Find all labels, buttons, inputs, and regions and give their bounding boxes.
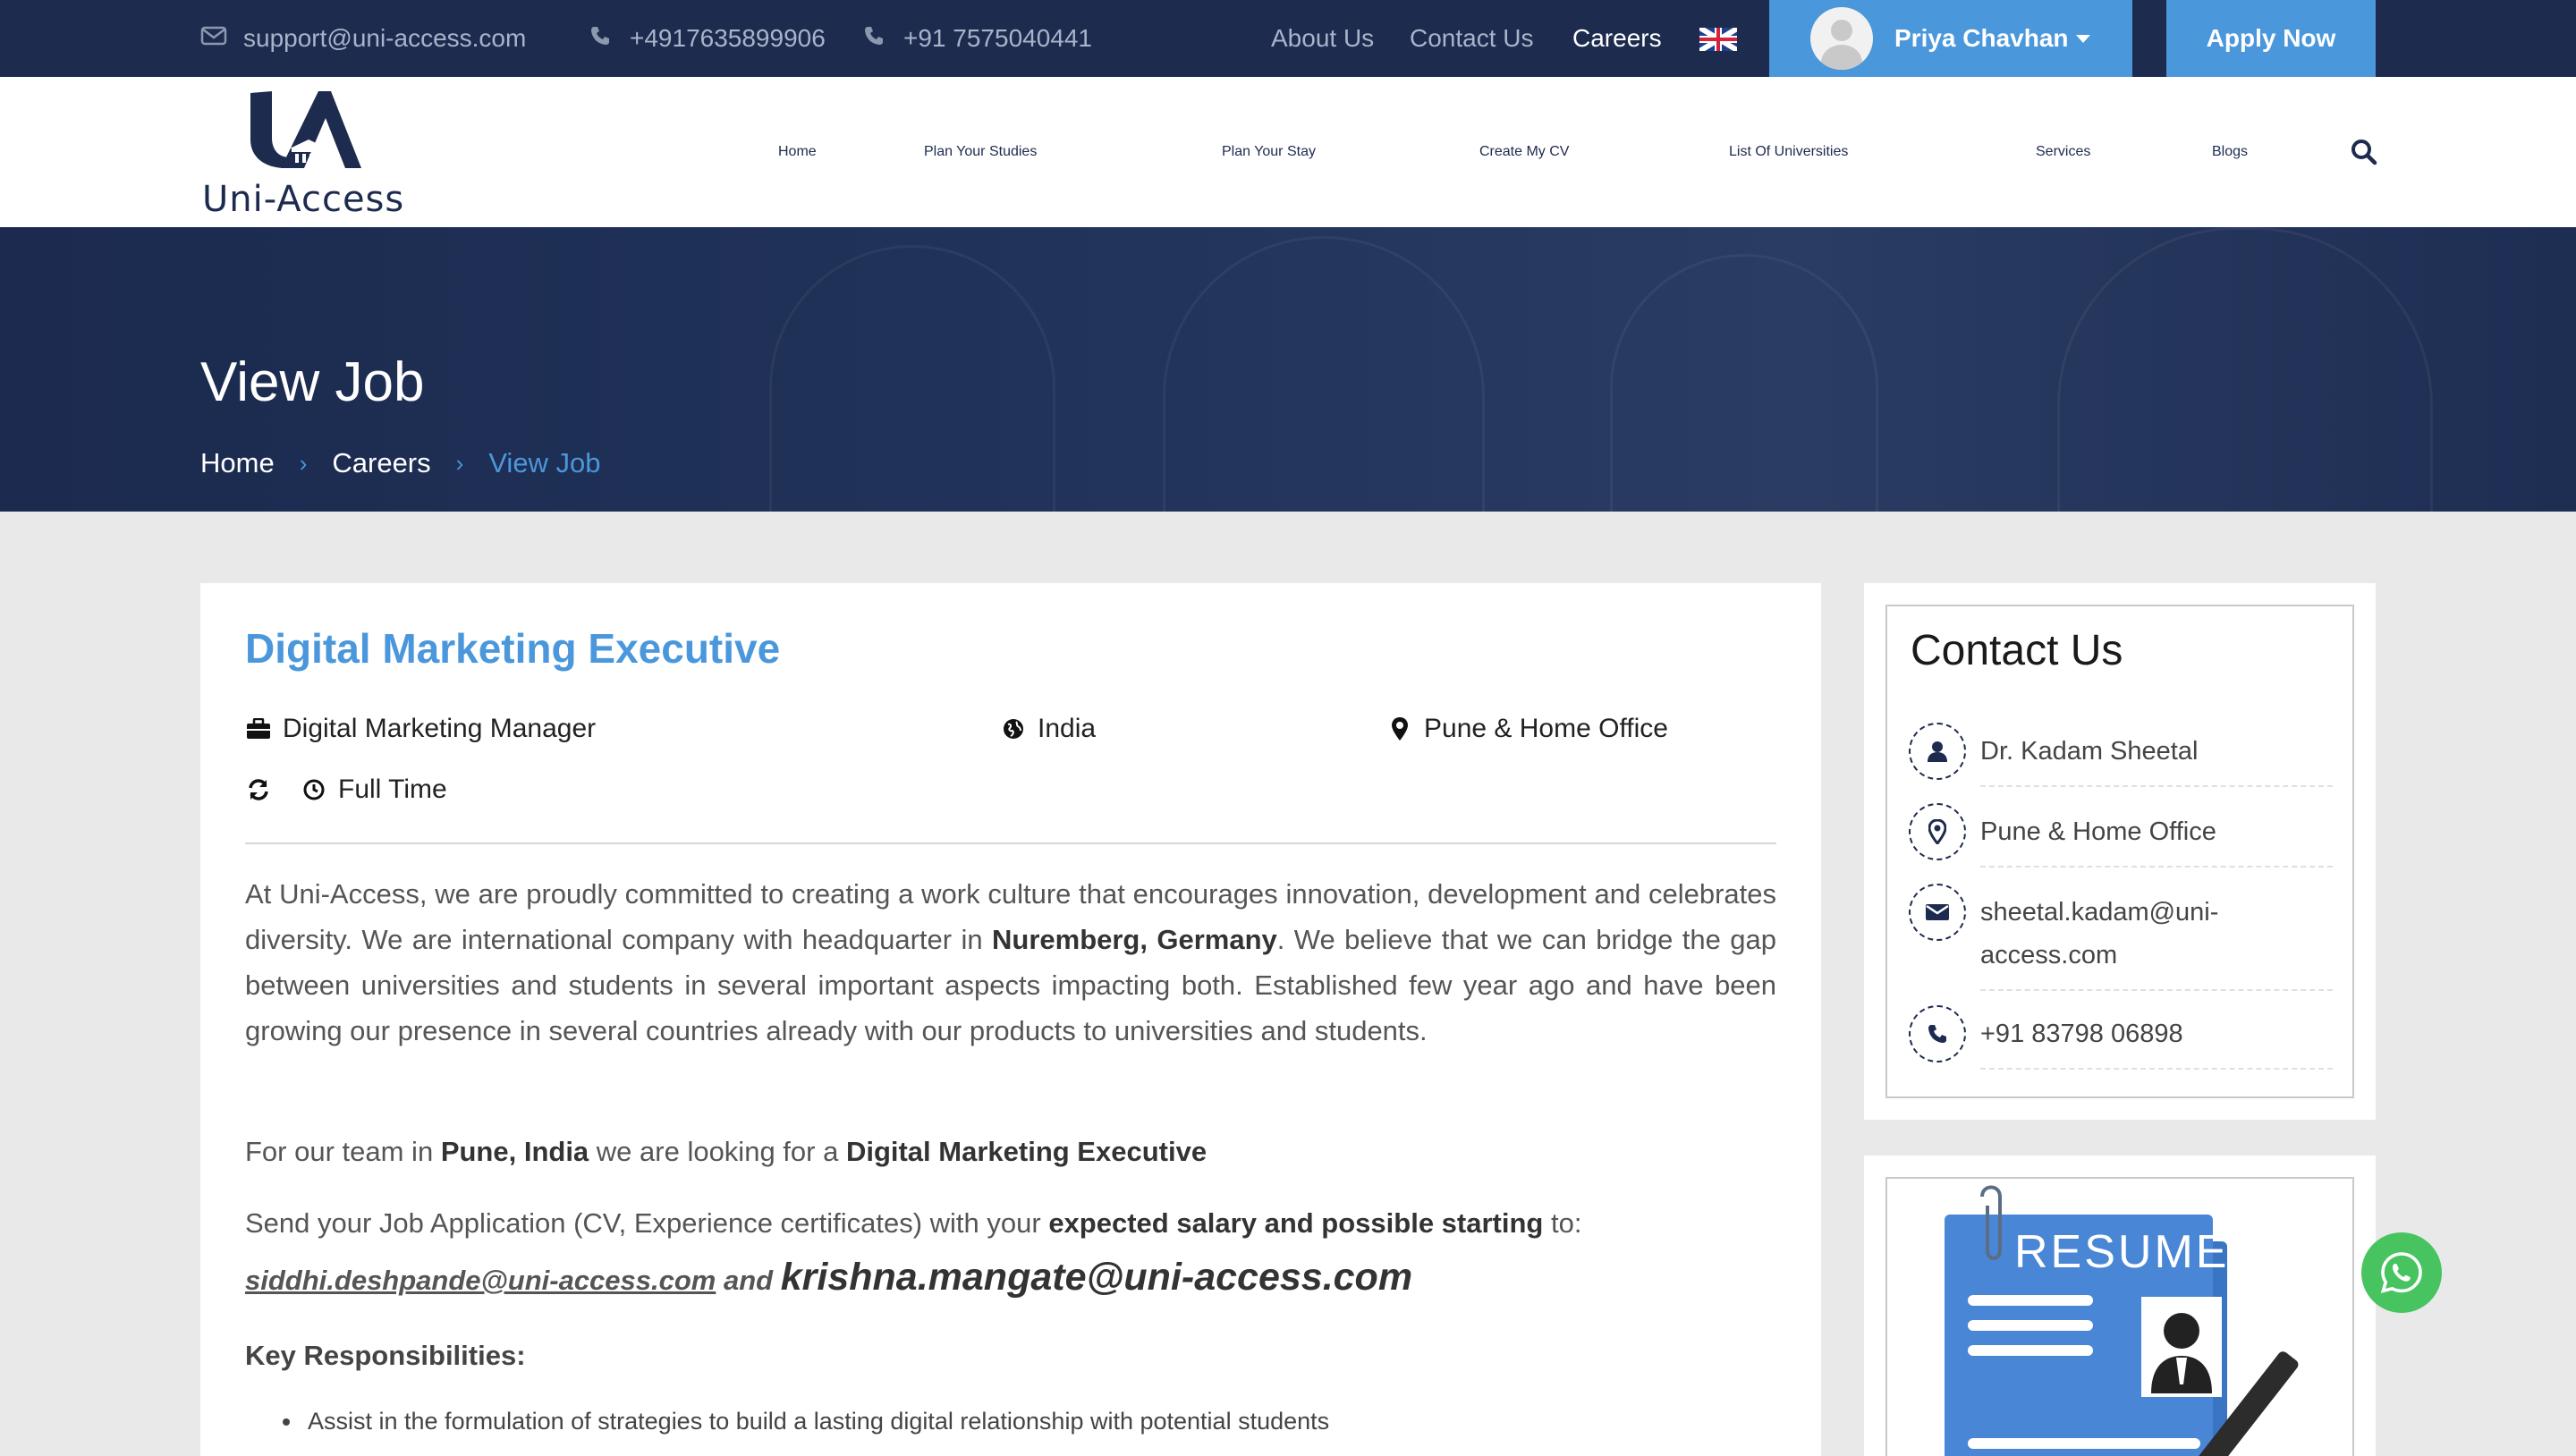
- nav-plan-your-studies[interactable]: Plan Your Studies: [924, 77, 1037, 227]
- about-us-link[interactable]: About Us: [1271, 0, 1374, 77]
- list-item: Assist in the formulation of strategies …: [283, 1408, 1329, 1435]
- nav-create-my-cv[interactable]: Create My CV: [1479, 77, 1569, 227]
- phone-icon: [1909, 1005, 1966, 1062]
- search-icon[interactable]: [2351, 77, 2377, 227]
- avatar: [1810, 7, 1873, 70]
- caret-down-icon: [2075, 34, 2090, 43]
- envelope-icon: [200, 24, 227, 53]
- careers-link[interactable]: Careers: [1572, 0, 1662, 77]
- resume-illustration: RESUME: [1885, 1177, 2354, 1456]
- page-title: View Job: [200, 351, 425, 413]
- breadcrumb-current: View Job: [488, 447, 601, 478]
- globe-icon: [1000, 715, 1027, 742]
- chevron-right-icon: ›: [455, 449, 464, 477]
- contact-us-link[interactable]: Contact Us: [1410, 0, 1534, 77]
- nav-plan-your-stay[interactable]: Plan Your Stay: [1222, 77, 1316, 227]
- email-link-siddhi[interactable]: siddhi.deshpande@uni-access.com: [245, 1265, 716, 1296]
- job-application-paragraph: Send your Job Application (CV, Experienc…: [245, 1207, 1582, 1239]
- phone-link-in[interactable]: +91 7575040441: [860, 0, 1092, 77]
- top-bar: support@uni-access.com +4917635899906 +9…: [0, 0, 2576, 77]
- job-intro-paragraph: At Uni-Access, we are proudly committed …: [245, 878, 1777, 1046]
- main-header: Uni-Access Home Plan Your Studies Plan Y…: [0, 77, 2576, 227]
- breadcrumb-home[interactable]: Home: [200, 447, 275, 479]
- job-team-paragraph: For our team in Pune, India we are looki…: [245, 1136, 1208, 1167]
- page-banner: View Job Home › Careers › View Job: [0, 227, 2576, 512]
- contact-heading: Contact Us: [1911, 627, 2123, 674]
- job-location: Pune & Home Office: [1386, 714, 1668, 744]
- whatsapp-button[interactable]: [2361, 1232, 2442, 1313]
- contact-location-row: Pune & Home Office: [1909, 803, 2333, 868]
- user-icon: [1909, 723, 1966, 780]
- uk-flag-icon[interactable]: [1699, 28, 1737, 51]
- phone-icon: [587, 24, 614, 53]
- application-emails: siddhi.deshpande@uni-access.com and kris…: [245, 1256, 1413, 1299]
- resume-label: RESUME: [2014, 1226, 2230, 1278]
- nav-home[interactable]: Home: [778, 77, 817, 227]
- key-responsibilities-heading: Key Responsibilities:: [245, 1340, 526, 1371]
- envelope-icon: [1909, 884, 1966, 941]
- clock-icon: [301, 776, 327, 803]
- phone-link-de[interactable]: +4917635899906: [587, 0, 826, 77]
- support-email-link[interactable]: support@uni-access.com: [200, 0, 526, 77]
- email-link-krishna[interactable]: krishna.mangate@uni-access.com: [781, 1256, 1412, 1299]
- chevron-right-icon: ›: [299, 449, 308, 477]
- nav-services[interactable]: Services: [2036, 77, 2090, 227]
- phone-icon: [860, 24, 887, 53]
- whatsapp-icon: [2380, 1252, 2422, 1293]
- contact-email-row[interactable]: sheetal.kadam@uni-access.com: [1909, 884, 2333, 991]
- refresh-icon: [245, 776, 272, 803]
- nav-list-of-universities[interactable]: List Of Universities: [1729, 77, 1848, 227]
- resume-card[interactable]: RESUME: [1864, 1155, 2376, 1456]
- contact-phone-row[interactable]: +91 83798 06898: [1909, 1005, 2333, 1070]
- contact-card: Contact Us Dr. Kadam Sheetal Pune & Home…: [1864, 583, 2376, 1120]
- user-menu-button[interactable]: Priya Chavhan: [1769, 0, 2132, 77]
- map-marker-icon: [1909, 803, 1966, 860]
- nav-blogs[interactable]: Blogs: [2212, 77, 2248, 227]
- uni-access-logo[interactable]: Uni-Access: [200, 86, 415, 220]
- contact-name-row: Dr. Kadam Sheetal: [1909, 723, 2333, 787]
- briefcase-icon: [245, 715, 272, 742]
- divider: [245, 842, 1776, 844]
- job-title: Digital Marketing Executive: [245, 625, 781, 672]
- job-country: India: [1000, 714, 1096, 744]
- job-department: Digital Marketing Manager: [245, 714, 596, 744]
- job-details-card: Digital Marketing Executive Digital Mark…: [200, 583, 1821, 1456]
- breadcrumb-careers[interactable]: Careers: [332, 447, 430, 479]
- breadcrumb: Home › Careers › View Job: [200, 447, 601, 479]
- job-type: Full Time: [245, 775, 447, 805]
- map-marker-icon: [1386, 715, 1413, 742]
- apply-now-button[interactable]: Apply Now: [2166, 0, 2376, 77]
